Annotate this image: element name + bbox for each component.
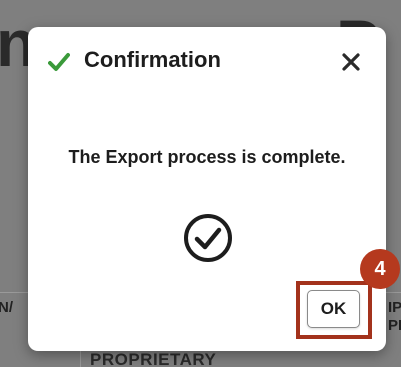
background-table-cell-right-line1: IP — [388, 299, 401, 316]
dialog-header: Confirmation — [28, 27, 386, 95]
close-button[interactable] — [338, 49, 364, 75]
background-table-cell-left: N/ — [0, 299, 13, 316]
background-table-cell-proprietary: PROPRIETARY — [90, 350, 217, 367]
background-table-cell-right: IP PR — [388, 299, 401, 335]
step-badge: 4 — [360, 249, 400, 289]
circle-check-icon — [184, 214, 232, 262]
check-icon — [48, 53, 70, 71]
background-table-cell-right-line2: PR — [388, 317, 401, 334]
dialog-message: The Export process is complete. — [68, 147, 346, 167]
dialog-title: Confirmation — [84, 47, 221, 72]
confirmation-dialog: Confirmation The Export process is compl… — [28, 27, 386, 351]
ok-button[interactable]: OK — [307, 290, 360, 328]
close-icon — [342, 53, 360, 71]
